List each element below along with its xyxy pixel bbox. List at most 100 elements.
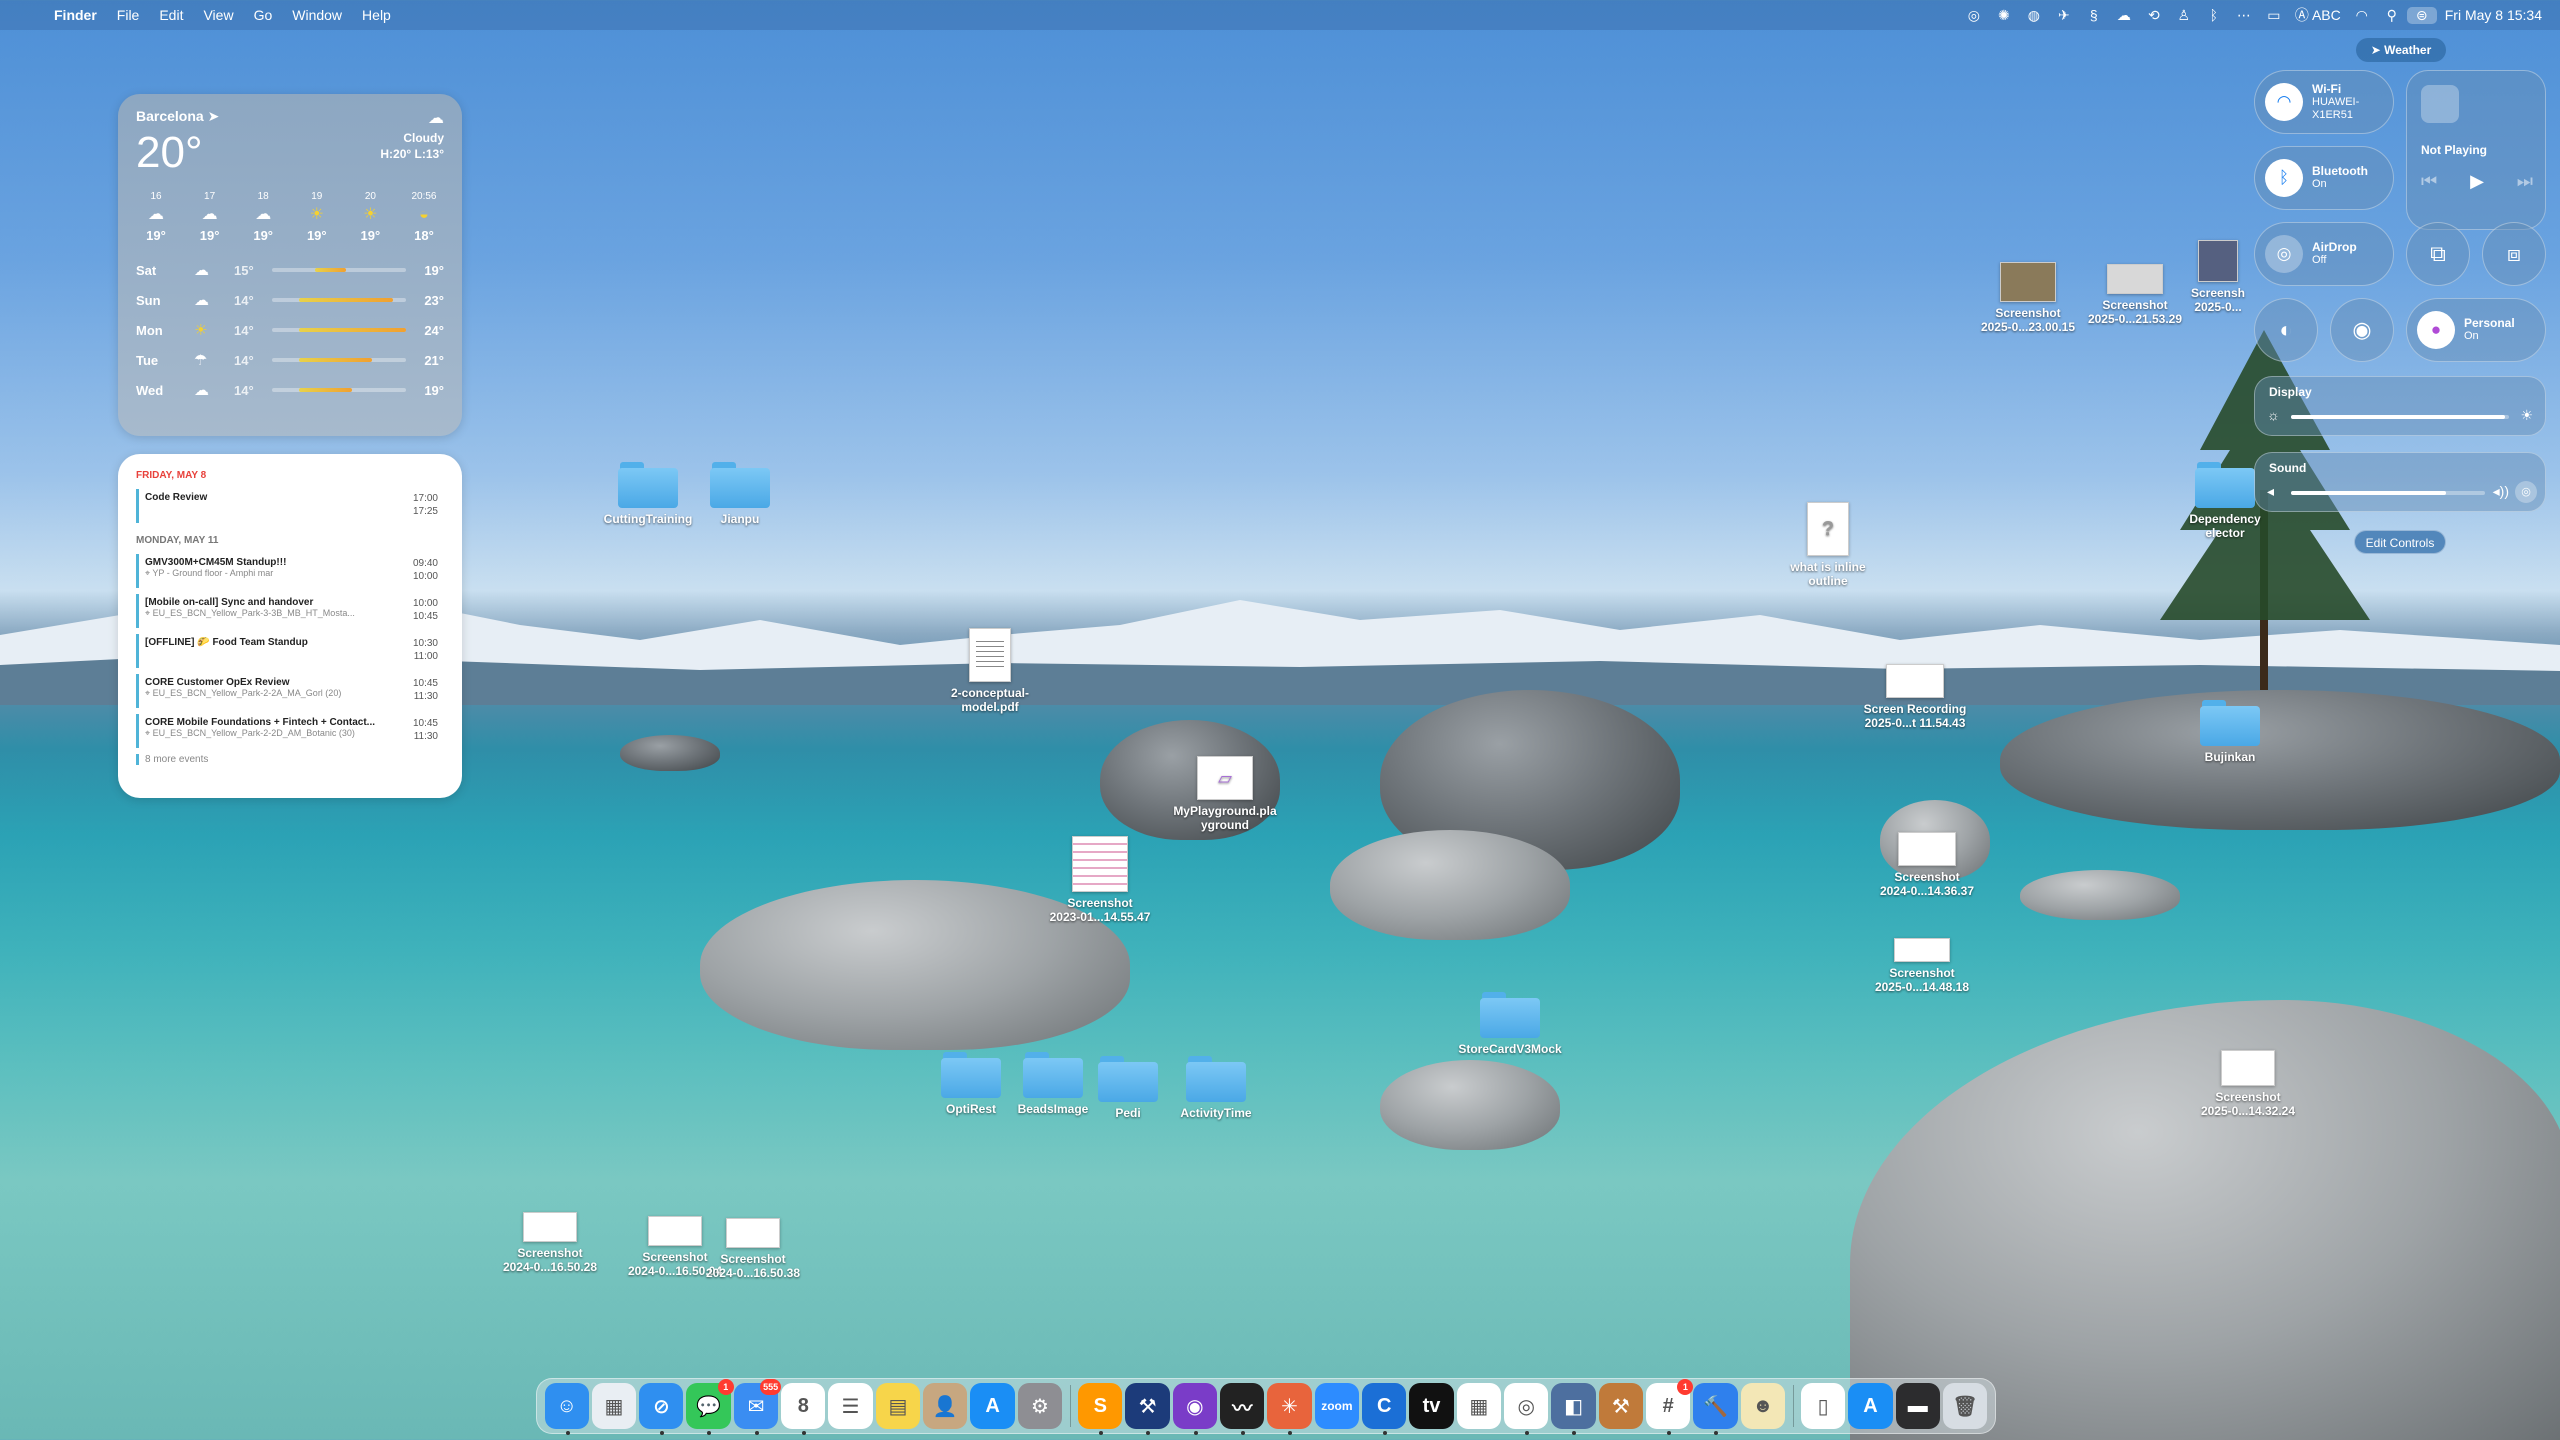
file-screenshot-c[interactable]: Screenshot 2024-0...16.50.38 — [693, 1218, 813, 1280]
edit-controls-button[interactable]: Edit Controls — [2354, 530, 2446, 554]
screen-mirroring-button[interactable]: ⧈ — [2482, 222, 2546, 286]
personal-focus-toggle[interactable]: ● Personal On — [2406, 298, 2546, 362]
dock-app-zoom[interactable]: zoom — [1314, 1383, 1360, 1429]
display-slider[interactable] — [2291, 415, 2509, 419]
menu-window[interactable]: Window — [282, 7, 352, 23]
person-icon[interactable]: ♙ — [2169, 7, 2199, 24]
folder-jianpu[interactable]: Jianpu — [680, 462, 800, 526]
dock-app-calendar[interactable]: 8 — [781, 1383, 826, 1435]
calendar-event[interactable]: [Mobile on-call] Sync and handover ⌖ EU_E… — [136, 594, 444, 628]
focus-button[interactable]: ◐ — [2254, 298, 2318, 362]
sound-slider[interactable] — [2291, 491, 2485, 495]
dock-app-app-store[interactable]: A — [970, 1383, 1015, 1429]
dock-app-xcode-instruments[interactable]: 🔨 — [1693, 1383, 1738, 1435]
folder-bujinkan[interactable]: Bujinkan — [2170, 700, 2290, 764]
battery-icon[interactable]: ▭ — [2259, 7, 2289, 24]
globe-icon[interactable]: ◍ — [2019, 7, 2049, 24]
dock-app-contacts[interactable]: 👤 — [923, 1383, 968, 1429]
menu-file[interactable]: File — [107, 7, 150, 23]
dock-app-slack[interactable]: #1 — [1646, 1379, 1694, 1435]
screenshot-button[interactable]: ◉ — [2330, 298, 2394, 362]
weather-pill[interactable]: ➤ Weather — [2356, 38, 2446, 62]
menu-help[interactable]: Help — [352, 7, 401, 23]
calendar-event[interactable]: Code Review 17:00 17:25 — [136, 489, 444, 523]
dock-app-finder[interactable]: ☺ — [544, 1383, 589, 1435]
calendar-widget[interactable]: FRIDAY, MAY 8 Code Review 17:00 17:25 MOND… — [118, 454, 462, 798]
file-screenshot-h[interactable]: Screenshot 2025-0...21.53.29 — [2075, 264, 2195, 326]
calendar-event-end: 11:30 — [413, 731, 438, 742]
input-source-icon[interactable]: Ⓐ ABC — [2289, 5, 2347, 25]
calendar-event-title: CORE Customer OpEx Review — [145, 677, 290, 688]
folder-storecardv3mock[interactable]: StoreCardV3Mock — [1450, 992, 1570, 1056]
file-screenshot-e[interactable]: Screenshot 2025-0...14.48.18 — [1862, 938, 1982, 994]
airdrop-toggle[interactable]: ◎ AirDrop Off — [2254, 222, 2394, 286]
airplane-icon[interactable]: ✈ — [2049, 7, 2079, 24]
dock-app-preview[interactable]: ☻ — [1740, 1383, 1785, 1429]
dock-app-system-settings[interactable]: ⚙ — [1017, 1383, 1063, 1429]
file-screenshot-g[interactable]: Screenshot 2025-0...23.00.15 — [1968, 262, 2088, 334]
dock-app-activity-monitor[interactable]: 〰 — [1220, 1383, 1265, 1435]
dock-app-launchpad[interactable]: ▦ — [591, 1383, 637, 1429]
menu-go[interactable]: Go — [244, 7, 283, 23]
weather-widget[interactable]: Barcelona ➤ 20° ☁ Cloudy H:20° L:13° 16 ☁… — [118, 94, 462, 436]
dock-app-window[interactable]: ▬ — [1895, 1383, 1940, 1429]
file-screenshot-a[interactable]: Screenshot 2024-0...16.50.28 — [490, 1212, 610, 1274]
menu-app-name[interactable]: Finder — [44, 7, 107, 23]
dock-app-mail[interactable]: ✉ 555 — [733, 1379, 782, 1435]
dock-app-proxyman[interactable]: C — [1362, 1383, 1407, 1435]
file-screenshot-d[interactable]: Screenshot 2024-0...14.36.37 — [1867, 832, 1987, 898]
file-myplayground[interactable]: ▱ MyPlayground.pla yground — [1165, 756, 1285, 832]
dock-app-messages[interactable]: 💬 1 — [686, 1379, 734, 1435]
next-track-icon[interactable]: ⏭ — [2517, 171, 2533, 192]
dock-app-safari[interactable]: ⊘ — [639, 1383, 684, 1435]
file-conceptual-pdf[interactable]: 2-conceptual- model.pdf — [930, 628, 1050, 714]
dock-app-chrome[interactable]: ◎ — [1504, 1383, 1549, 1435]
file-screenshot-f[interactable]: Screenshot 2025-0...14.32.24 — [2188, 1050, 2308, 1118]
dock-app-claude[interactable]: ✳ — [1267, 1383, 1312, 1435]
sun-icon[interactable]: ✺ — [1989, 7, 2019, 24]
dock-app-reminders[interactable]: ☰ — [828, 1383, 873, 1429]
play-icon[interactable]: ▶ — [2470, 171, 2484, 192]
dock-app-numbers[interactable]: ▦ — [1456, 1383, 1502, 1429]
menu-edit[interactable]: Edit — [149, 7, 193, 23]
dock-app-notes[interactable]: ▤ — [875, 1383, 921, 1429]
spotlight-icon[interactable]: ⚲ — [2377, 7, 2407, 24]
weather-day-row: Sun ☁ 14° 23° — [136, 285, 444, 315]
bluetooth-toggle[interactable]: ᛒ Bluetooth On — [2254, 146, 2394, 210]
calendar-event[interactable]: GMV300M+CM45M Standup!!! ⌖ YP - Ground fl… — [136, 554, 444, 588]
dock-app-hammer[interactable]: ⚒ — [1598, 1383, 1644, 1429]
bluetooth-icon[interactable]: ᛒ — [2199, 7, 2229, 23]
scribble-icon[interactable]: § — [2079, 7, 2109, 23]
calendar-event[interactable]: [OFFLINE] 🌮 Food Team Standup 10:30 11:00 — [136, 634, 444, 668]
grammarly-icon[interactable]: ◎ — [1959, 7, 1989, 24]
dock-app-xcode[interactable]: ⚒ — [1125, 1383, 1170, 1435]
wifi-icon[interactable]: ◠ — [2347, 7, 2377, 24]
calendar-more-events[interactable]: 8 more events — [136, 754, 444, 765]
pdf-document-icon — [969, 628, 1011, 682]
now-playing-widget[interactable]: Not Playing ⏮ ▶ ⏭ — [2406, 70, 2546, 230]
calendar-event[interactable]: CORE Customer OpEx Review ⌖ EU_ES_BCN_Yel… — [136, 674, 444, 708]
dock-app-simulator[interactable]: ◧ — [1551, 1383, 1596, 1435]
file-screenshot-2023[interactable]: Screenshot 2023-01...14.55.47 — [1040, 836, 1160, 924]
file-inline-outline[interactable]: ? what is inline outline — [1768, 502, 1888, 588]
calendar-event[interactable]: CORE Mobile Foundations + Fintech + Cont… — [136, 714, 444, 748]
dock-app-trash[interactable]: 🗑 — [1942, 1383, 1988, 1429]
wifi-toggle[interactable]: ◠ Wi-Fi HUAWEI- X1ER51 — [2254, 70, 2394, 134]
dock-app-apple-tv[interactable]: tv — [1409, 1383, 1454, 1429]
dock-app-github-desktop[interactable]: ◉ — [1172, 1383, 1218, 1435]
previous-track-icon[interactable]: ⏮ — [2421, 171, 2437, 192]
sync-icon[interactable]: ⟲ — [2139, 7, 2169, 24]
dock-app-document[interactable]: ▯ — [1800, 1383, 1846, 1429]
stage-manager-button[interactable]: ⧉ — [2406, 222, 2470, 286]
dock-app-sublime-text[interactable]: S — [1078, 1383, 1123, 1435]
airplay-audio-icon[interactable]: ◎ — [2515, 481, 2537, 503]
folder-activitytime[interactable]: ActivityTime — [1156, 1056, 1276, 1120]
file-screenshot-i[interactable]: Screensh 2025-0... — [2178, 240, 2258, 314]
menu-view[interactable]: View — [193, 7, 243, 23]
file-screen-recording[interactable]: Screen Recording 2025-0...t 11.54.43 — [1855, 664, 1975, 730]
control-center-icon[interactable]: ⊜ — [2406, 6, 2437, 24]
dots-icon[interactable]: ⋯ — [2229, 7, 2259, 24]
cloud-icon[interactable]: ☁ — [2109, 7, 2139, 24]
dock-app-applications[interactable]: A — [1848, 1383, 1893, 1429]
menu-clock[interactable]: Fri May 8 15:34 — [2437, 7, 2546, 23]
